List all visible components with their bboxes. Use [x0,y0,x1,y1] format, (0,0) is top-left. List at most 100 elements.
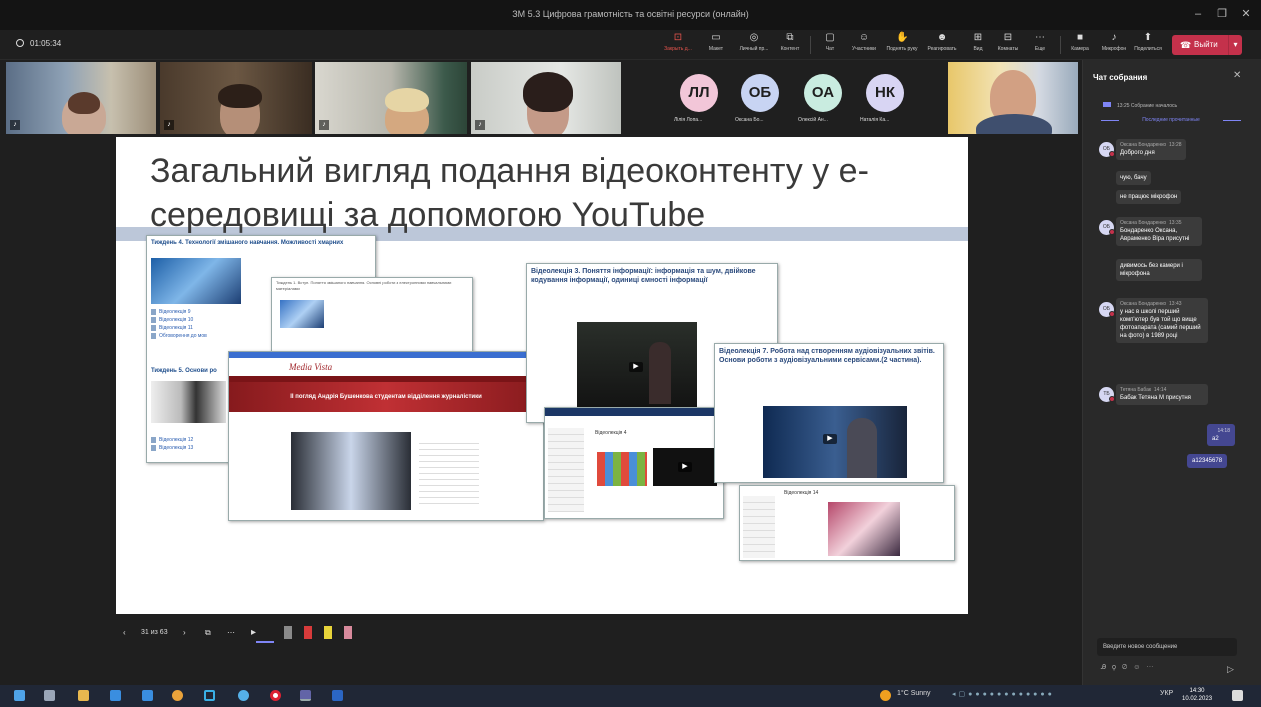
weather-icon[interactable] [880,690,891,701]
emoji-icon[interactable]: ☺ [1133,664,1146,671]
participants-button[interactable]: ☺ Участники [844,32,884,52]
chat-message[interactable]: Тетяна Бабак 14:14 Бабак Тетяна М присут… [1116,384,1208,405]
chrome-icon[interactable] [172,690,183,701]
record-icon[interactable] [270,690,281,701]
raise-hand-button[interactable]: ✋ Поднять руку [882,32,922,52]
video-thumbnail[interactable]: ▶ [653,448,717,486]
lecturer [847,418,877,478]
active-tool-indicator [256,641,274,643]
close-icon[interactable]: ✕ [1236,5,1256,23]
play-icon[interactable]: ▶ [629,362,643,372]
layout-button[interactable]: ▭ Макет [696,32,736,52]
chevron-right-icon[interactable]: › [183,628,186,637]
hand-icon: ✋ [896,32,909,43]
language-indicator[interactable]: УКР [1160,690,1173,697]
teams-icon[interactable] [300,690,311,701]
chat-message[interactable]: Оксана Бондаренко 13:35 Бондаренко Оксан… [1116,217,1202,246]
pink-pen-icon[interactable] [344,626,352,639]
people-icon: ☺ [858,32,870,43]
system-clock[interactable]: 14:30 10.02.2023 [1182,687,1212,703]
react-icon: ☻ [936,32,948,43]
avatar: ОБ [1099,142,1115,157]
slides-grid-icon[interactable]: ⧉ [205,628,211,638]
lecture-image [828,502,900,556]
snipping-icon[interactable] [204,690,215,701]
more-button[interactable]: ⋯ Еще [1020,32,1060,52]
video-tile[interactable]: ♪ [160,62,312,134]
task-view-icon[interactable] [44,690,55,701]
sidebar-menu [743,496,775,558]
chat-message[interactable]: Оксана Бондаренко 13:43 у нас в школі пе… [1116,298,1208,343]
tray-icons[interactable]: ◂▢●●●●●●●●●●●● [952,690,1055,698]
participant-tile[interactable]: ЛЛ Лілія Лопа... [668,62,736,134]
minimize-icon[interactable]: – [1188,5,1208,23]
chat-message[interactable]: чую, бачу [1116,171,1151,185]
content-button[interactable]: ⧉ Контент [770,32,810,52]
start-icon[interactable] [14,690,25,701]
more-icon: ⋯ [1035,32,1045,43]
attach-icon[interactable]: ⚲ [1112,664,1122,671]
my-chat-message[interactable]: а12345678 [1187,454,1228,468]
pointer-icon[interactable]: ▸ [251,627,256,638]
video-player[interactable]: ▶ [763,406,907,478]
content-icon: ⧉ [786,32,794,43]
article-text [419,438,479,508]
play-icon[interactable]: ▶ [823,434,837,444]
share-button[interactable]: ⬆ Поделиться [1128,32,1168,52]
avatar: ОБ [741,74,779,112]
course-image [280,300,324,328]
title-bar: ЗМ 5.3 Цифрова грамотність та освітні ре… [0,0,1261,30]
chat-compose-input[interactable]: Введите новое сообщение [1097,638,1237,656]
my-chat-message[interactable]: 14:18 а2 [1207,424,1235,446]
loop-icon[interactable]: ⊘ [1122,664,1133,671]
react-button[interactable]: ☻ Реагировать [922,32,962,52]
video-icon [1103,102,1111,107]
chat-message[interactable]: не працює мікрофон [1116,190,1182,204]
chevron-left-icon[interactable]: ‹ [123,628,126,637]
slide-title: Загальний вигляд подання відеоконтенту у… [150,152,869,234]
eraser-icon[interactable] [284,626,292,639]
chevron-down-icon[interactable]: ▾ [1228,35,1242,55]
site-header [545,408,723,416]
word-icon[interactable] [332,690,343,701]
video-tile[interactable]: ♪ [6,62,156,134]
app-icon[interactable] [238,690,249,701]
windows-taskbar: 1°C Sunny ◂▢●●●●●●●●●●●● УКР 14:30 10.02.… [0,685,1261,707]
send-icon[interactable]: ▷ [1227,664,1234,675]
mic-icon: ♪ [319,120,329,130]
video-thumbnail[interactable] [291,432,411,510]
highlighter-icon[interactable] [324,626,332,639]
avatar: ЛЛ [680,74,718,112]
participant-tile[interactable]: ОБ Оксана Бо... [729,62,797,134]
course-screenshot: Відеолекція 14 [739,485,955,561]
format-icon[interactable]: Ꭿ [1101,664,1112,671]
app-icons [597,452,647,486]
leave-button[interactable]: ☎ Выйти ▾ [1172,35,1242,55]
personal-view-button[interactable]: ◎ Личный пр... [734,32,774,52]
file-explorer-icon[interactable] [78,690,89,701]
chat-panel: Чат собрания ✕ 13:25 Собрание началось П… [1082,60,1261,685]
notifications-icon[interactable] [1232,690,1243,701]
camera-icon: ■ [1076,32,1084,43]
participant-tile[interactable]: НК Наталія Ка... [854,62,922,134]
participant-tile[interactable]: ОА Олексій Ан... [792,62,860,134]
chat-message[interactable]: Оксана Бондаренко 13:28 Доброго дня [1116,139,1186,160]
presenter-video-tile[interactable] [948,62,1078,134]
meeting-started-notice: 13:25 Собрание началось [1103,102,1177,109]
play-icon[interactable]: ▶ [678,462,692,472]
video-tile[interactable]: ♪ [471,62,621,134]
store-icon[interactable] [110,690,121,701]
course-image [151,381,226,423]
red-pen-icon[interactable] [304,626,312,639]
more-icon[interactable]: ⋯ [1146,664,1159,671]
shared-slide: Загальний вигляд подання відеоконтенту у… [116,137,968,614]
chat-title: Чат собрания [1093,73,1148,82]
video-player[interactable]: ▶ [577,322,697,414]
chat-message[interactable]: дивимось без камери і мікрофона [1116,259,1202,281]
close-icon[interactable]: ✕ [1233,70,1241,81]
mail-icon[interactable] [142,690,153,701]
more-icon[interactable]: ⋯ [227,628,235,637]
maximize-icon[interactable]: ❐ [1212,5,1232,23]
stop-sharing-button[interactable]: ⊡ Закрыть д... [658,32,698,52]
video-tile[interactable]: ♪ [315,62,467,134]
